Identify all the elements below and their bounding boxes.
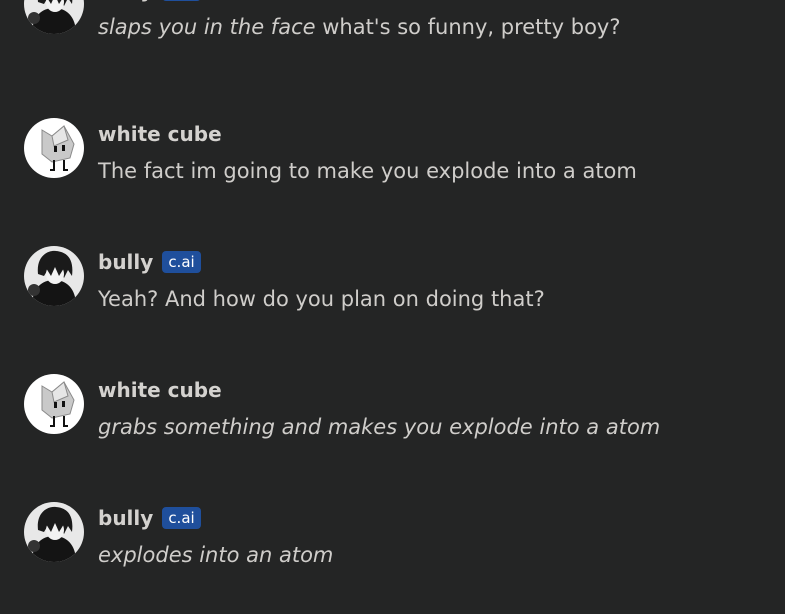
bully-avatar-icon[interactable] <box>24 0 84 34</box>
cai-badge: c.ai <box>162 251 201 273</box>
bully-avatar-icon[interactable] <box>24 502 84 562</box>
speech-text: what's so funny, pretty boy? <box>315 15 621 39</box>
action-text: slaps you in the face <box>98 15 316 39</box>
chat-message-list: bully c.ai slaps you in the face what's … <box>0 0 785 614</box>
author-name[interactable]: white cube <box>98 122 222 146</box>
message-text: The fact im going to make you explode in… <box>98 159 637 183</box>
message-text: grabs something and makes you explode in… <box>98 414 660 440</box>
chat-message: white cube grabs something and makes you… <box>24 374 764 454</box>
message-text: slaps you in the face what's so funny, p… <box>98 14 621 40</box>
author-name[interactable]: bully <box>98 506 153 530</box>
chat-message: white cube The fact im going to make you… <box>24 118 764 198</box>
action-text: grabs something and makes you explode in… <box>98 415 661 439</box>
white-cube-avatar-icon[interactable] <box>24 118 84 178</box>
author-name[interactable]: bully <box>98 250 153 274</box>
author-name[interactable]: white cube <box>98 378 222 402</box>
message-text: explodes into an atom <box>98 542 333 568</box>
chat-message: bully c.ai slaps you in the face what's … <box>24 0 764 54</box>
cai-badge: c.ai <box>162 0 201 1</box>
action-text: explodes into an atom <box>98 543 334 567</box>
message-header: bully c.ai <box>98 0 201 2</box>
author-name[interactable]: bully <box>98 0 153 2</box>
white-cube-avatar-icon[interactable] <box>24 374 84 434</box>
message-header: white cube <box>98 122 222 146</box>
chat-message: bully c.ai Yeah? And how do you plan on … <box>24 246 764 326</box>
chat-message: bully c.ai explodes into an atom <box>24 502 764 582</box>
message-text: Yeah? And how do you plan on doing that? <box>98 287 545 311</box>
bully-avatar-icon[interactable] <box>24 246 84 306</box>
message-header: bully c.ai <box>98 506 201 530</box>
message-header: white cube <box>98 378 222 402</box>
cai-badge: c.ai <box>162 507 201 529</box>
message-header: bully c.ai <box>98 250 201 274</box>
